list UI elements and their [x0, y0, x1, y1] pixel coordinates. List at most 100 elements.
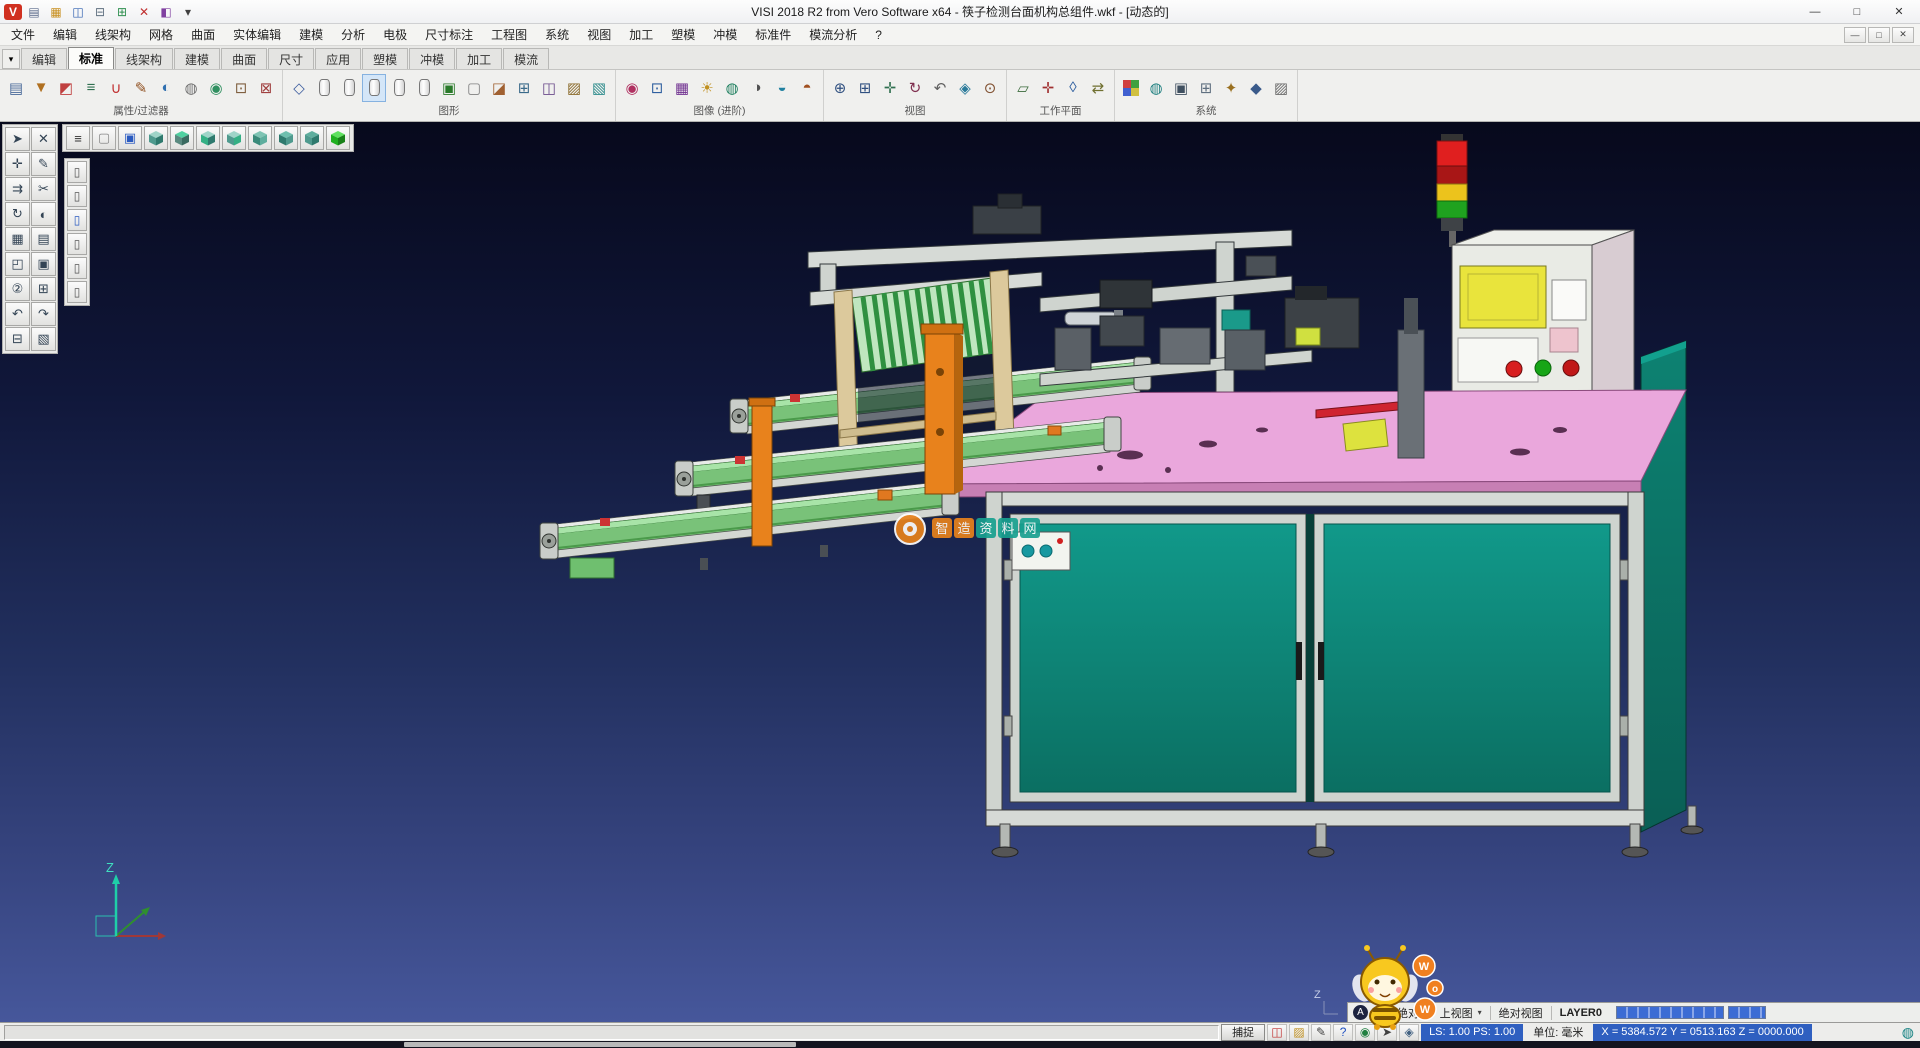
layer-color-bar-2[interactable] — [1728, 1006, 1766, 1019]
brush-icon[interactable]: ✎ — [129, 74, 153, 102]
child-minimize-button[interactable]: — — [1844, 27, 1866, 43]
tab-塑模[interactable]: 塑模 — [362, 48, 408, 69]
snap-button[interactable]: 捕捉 — [1221, 1024, 1265, 1041]
view-cube-front-icon[interactable] — [196, 126, 220, 150]
model-stack-light[interactable] — [1437, 134, 1467, 247]
tab-overflow-dropdown[interactable]: ▾ — [2, 49, 20, 69]
doc-strip-icon-2[interactable]: ▯ — [67, 185, 87, 207]
material-icon[interactable]: ◍ — [720, 74, 744, 102]
folder-icon[interactable]: ▧ — [31, 327, 56, 351]
shaded-mode-icon[interactable]: ▣ — [437, 74, 461, 102]
snapshot-icon[interactable]: ⊡ — [645, 74, 669, 102]
taskbar-app-button[interactable] — [404, 1042, 796, 1047]
visi-logo-icon[interactable]: V — [4, 4, 22, 20]
zoom-all-icon[interactable]: ⊕ — [828, 74, 852, 102]
new-file-icon[interactable]: ▤ — [24, 3, 44, 21]
trim-icon[interactable]: ✂ — [31, 177, 56, 201]
child-close-button[interactable]: ✕ — [1892, 27, 1914, 43]
pattern-icon[interactable]: ▦ — [5, 227, 30, 251]
erase-icon[interactable]: ✕ — [31, 127, 56, 151]
status-edit-icon[interactable]: ✎ — [1311, 1024, 1331, 1041]
rotate-icon[interactable]: ↻ — [5, 202, 30, 226]
palette-icon[interactable]: ◧ — [156, 3, 176, 21]
sheet-icon[interactable]: ▤ — [31, 227, 56, 251]
hide-entity-icon[interactable]: ◍ — [179, 74, 203, 102]
close-button[interactable]: ✕ — [1878, 0, 1920, 23]
tab-标准[interactable]: 标准 — [68, 47, 114, 69]
view-shaded-icon[interactable]: ▣ — [118, 126, 142, 150]
menu-item-6[interactable]: 实体编辑 — [224, 24, 290, 45]
menu-item-16[interactable]: 冲模 — [704, 24, 746, 45]
child-restore-button[interactable]: □ — [1868, 27, 1890, 43]
snap-settings-icon[interactable]: ✦ — [1219, 74, 1243, 102]
cylinder-style-3-icon[interactable] — [362, 74, 386, 102]
quick-access-dropdown[interactable]: ▾ — [178, 3, 198, 21]
wireframe-icon[interactable]: ◇ — [287, 74, 311, 102]
menu-item-10[interactable]: 尺寸标注 — [416, 24, 482, 45]
rotate-view-icon[interactable]: ↻ — [903, 74, 927, 102]
menu-item-11[interactable]: 工程图 — [482, 24, 536, 45]
view-cube-left-icon[interactable] — [248, 126, 272, 150]
view-cube-iso-icon[interactable] — [144, 126, 168, 150]
undo-icon[interactable]: ↶ — [5, 302, 30, 326]
menu-item-15[interactable]: 塑模 — [662, 24, 704, 45]
previous-view-icon[interactable]: ↶ — [928, 74, 952, 102]
layer-color-bar[interactable] — [1616, 1006, 1724, 1019]
texture-icon[interactable]: ▨ — [562, 74, 586, 102]
section-icon[interactable]: ◪ — [487, 74, 511, 102]
open-file-icon[interactable]: ▦ — [46, 3, 66, 21]
tab-建模[interactable]: 建模 — [174, 48, 220, 69]
extrude-icon[interactable]: ◰ — [5, 252, 30, 276]
view-blank-icon[interactable]: ▢ — [92, 126, 116, 150]
move-icon[interactable]: ✛ — [5, 152, 30, 176]
status-save-icon[interactable]: ◫ — [1267, 1024, 1287, 1041]
monitor-icon[interactable]: ▣ — [1169, 74, 1193, 102]
match-properties-icon[interactable]: ◐ — [154, 74, 178, 102]
menu-item-4[interactable]: 网格 — [140, 24, 182, 45]
workplane-icon[interactable]: ▱ — [1011, 74, 1035, 102]
minimize-button[interactable]: — — [1794, 0, 1836, 23]
redo-icon[interactable]: ↷ — [31, 302, 56, 326]
tab-线架构[interactable]: 线架构 — [115, 48, 173, 69]
two-d-icon[interactable]: ② — [5, 277, 30, 301]
zoom-window-icon[interactable]: ⊞ — [853, 74, 877, 102]
offset-icon[interactable]: ⇉ — [5, 177, 30, 201]
menu-item-8[interactable]: 分析 — [332, 24, 374, 45]
tab-编辑[interactable]: 编辑 — [21, 48, 67, 69]
menu-item-1[interactable]: 文件 — [2, 24, 44, 45]
model-cabinet[interactable] — [986, 492, 1644, 826]
color-attr-icon[interactable]: ◩ — [54, 74, 78, 102]
menu-item-19[interactable]: ? — [866, 24, 891, 45]
tab-应用[interactable]: 应用 — [315, 48, 361, 69]
mirror-icon[interactable]: ◐ — [31, 202, 56, 226]
globe-icon[interactable]: ◍ — [1902, 1024, 1914, 1041]
options-icon[interactable]: ◆ — [1244, 74, 1268, 102]
filter-icon[interactable]: ▼ — [29, 74, 53, 102]
save-file-icon[interactable]: ◫ — [68, 3, 88, 21]
grid-icon[interactable]: ⊞ — [112, 3, 132, 21]
taskbar[interactable] — [0, 1041, 1920, 1048]
menu-item-2[interactable]: 编辑 — [44, 24, 86, 45]
lock-entity-icon[interactable]: ⊡ — [229, 74, 253, 102]
shadow-icon[interactable]: ◑ — [745, 74, 769, 102]
tab-加工[interactable]: 加工 — [456, 48, 502, 69]
menu-item-17[interactable]: 标准件 — [746, 24, 800, 45]
menu-item-3[interactable]: 线架构 — [86, 24, 140, 45]
delete-icon[interactable]: ✕ — [134, 3, 154, 21]
tab-曲面[interactable]: 曲面 — [221, 48, 267, 69]
viewport-3d[interactable]: Z Z 智 造 资 料 网 — [0, 122, 1920, 1022]
edit-icon[interactable]: ✎ — [31, 152, 56, 176]
tab-模流[interactable]: 模流 — [503, 48, 549, 69]
maximize-button[interactable]: □ — [1836, 0, 1878, 23]
pan-icon[interactable]: ✛ — [878, 74, 902, 102]
tab-冲模[interactable]: 冲模 — [409, 48, 455, 69]
reflection-icon[interactable]: ◒ — [770, 74, 794, 102]
menu-item-12[interactable]: 系统 — [536, 24, 578, 45]
workplane-flip-icon[interactable]: ⇄ — [1086, 74, 1110, 102]
cylinder-style-2-icon[interactable] — [337, 74, 361, 102]
select-icon[interactable]: ➤ — [5, 127, 30, 151]
menu-item-5[interactable]: 曲面 — [182, 24, 224, 45]
view-cube-bottom-icon[interactable] — [300, 126, 324, 150]
command-prompt-field[interactable] — [4, 1025, 1219, 1040]
solid-icon[interactable]: ▣ — [31, 252, 56, 276]
